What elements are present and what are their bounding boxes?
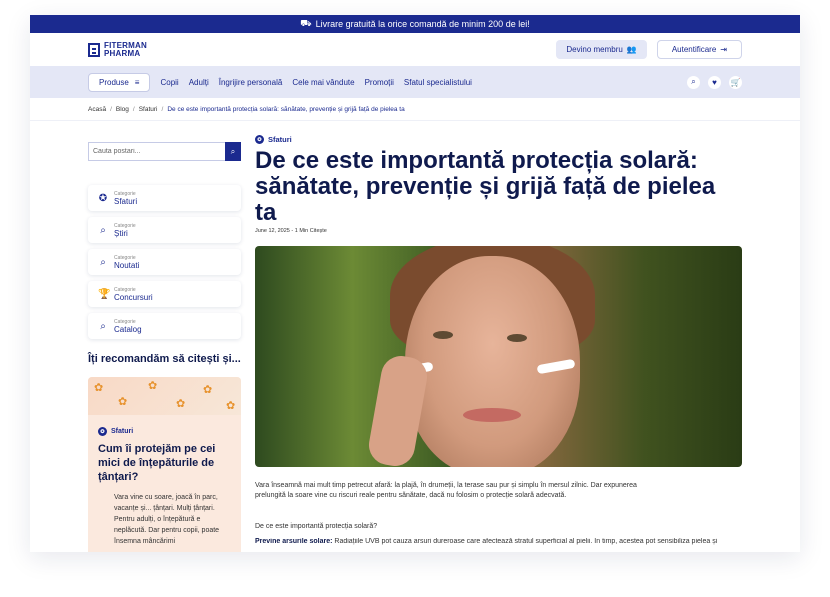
search-button[interactable]: ⌕ — [225, 142, 241, 161]
breadcrumb-sfaturi[interactable]: Sfaturi — [139, 106, 158, 113]
recommended-title[interactable]: Cum îi protejăm pe cei mici de înțepătur… — [98, 442, 231, 484]
menu-icon: ≡ — [134, 77, 140, 87]
category-list: ✪ Categorie Sfaturi ⌕ Categorie Știri ⌕ … — [88, 185, 241, 339]
nav-item-cele-mai-vandute[interactable]: Cele mai vândute — [292, 78, 354, 87]
category-sfaturi[interactable]: ✪ Categorie Sfaturi — [88, 185, 241, 211]
recommended-tag: Sfaturi — [111, 428, 134, 435]
page: ⛟ Livrare gratuită la orice comandă de m… — [30, 15, 800, 552]
badge-icon: ✪ — [98, 427, 107, 436]
leaf-icon: ✿ — [203, 384, 213, 396]
leaf-icon: ✿ — [94, 382, 104, 394]
search-icon: ⌕ — [100, 224, 106, 236]
search-box: ⌕ — [88, 142, 241, 161]
article: ✪ Sfaturi De ce este importantă protecți… — [255, 135, 742, 545]
heart-icon[interactable]: ♥ — [708, 75, 721, 89]
login-icon: ⇥ — [720, 45, 727, 54]
logo-icon — [88, 42, 100, 57]
category-catalog[interactable]: ⌕ Categorie Catalog — [88, 313, 241, 339]
users-icon: 👥 — [626, 45, 637, 54]
article-hero-image — [255, 246, 742, 467]
badge-icon: ✪ — [255, 135, 264, 144]
nav-item-promotii[interactable]: Promoții — [365, 78, 394, 87]
member-button[interactable]: Devino membru 👥 — [556, 40, 647, 59]
trophy-icon: 🏆 — [98, 288, 111, 300]
category-stiri[interactable]: ⌕ Categorie Știri — [88, 217, 241, 243]
recommended-text-1: Vara vine cu soare, joacă în parc, vacan… — [114, 494, 218, 512]
article-title: De ce este importantă protecția solară: … — [255, 147, 716, 226]
breadcrumb-blog[interactable]: Blog — [116, 106, 129, 113]
header: FITERMAN PHARMA Devino membru 👥 Autentif… — [30, 33, 800, 66]
leaf-icon: ✿ — [176, 398, 186, 410]
article-point: Previne arsurile solare: Radiațiile UVB … — [255, 538, 718, 545]
announcement-text: Livrare gratuită la orice comandă de min… — [315, 19, 530, 29]
category-noutati[interactable]: ⌕ Categorie Noutati — [88, 249, 241, 275]
breadcrumb: Acasă / Blog / Sfaturi / De ce este impo… — [30, 98, 800, 121]
main-nav: Produse ≡ Copii Adulți Îngrijire persona… — [30, 66, 800, 98]
breadcrumb-home[interactable]: Acasă — [88, 106, 106, 113]
search-icon: ⌕ — [100, 320, 106, 332]
products-button[interactable]: Produse ≡ — [88, 72, 151, 92]
logo-line2: PHARMA — [104, 48, 141, 58]
nav-item-adulti[interactable]: Adulți — [189, 78, 209, 87]
cart-icon[interactable]: 🛒 — [729, 75, 742, 89]
sidebar: ⌕ ✪ Categorie Sfaturi ⌕ Categorie Știri … — [88, 142, 241, 552]
recommend-heading: Îți recomandăm să citești și... — [88, 353, 241, 365]
announcement-bar: ⛟ Livrare gratuită la orice comandă de m… — [30, 15, 800, 33]
truck-icon: ⛟ — [300, 18, 312, 28]
login-button[interactable]: Autentificare ⇥ — [656, 40, 742, 59]
search-input[interactable] — [88, 142, 225, 161]
breadcrumb-current: De ce este importantă protecția solară: … — [167, 105, 405, 113]
leaf-icon: ✿ — [226, 400, 236, 412]
logo[interactable]: FITERMAN PHARMA — [88, 41, 147, 58]
leaf-icon: ✿ — [148, 380, 158, 392]
article-intro: Vara înseamnă mai mult timp petrecut afa… — [255, 482, 637, 499]
search-icon[interactable]: ⌕ — [687, 75, 700, 89]
article-question: De ce este importantă protecția solară? — [255, 523, 378, 530]
recommended-post-card[interactable]: ✿ ✿ ✿ ✿ ✿ ✿ ✪ Sfaturi Cum îi protejăm pe… — [88, 377, 241, 552]
recommended-post-image: ✿ ✿ ✿ ✿ ✿ ✿ — [88, 377, 241, 415]
nav-item-ingrijire[interactable]: Îngrijire personală — [219, 78, 283, 87]
nav-item-sfatul[interactable]: Sfatul specialistului — [404, 78, 472, 87]
search-icon: ⌕ — [100, 256, 106, 268]
badge-icon: ✪ — [98, 192, 108, 204]
leaf-icon: ✿ — [118, 396, 128, 408]
recommended-text-2: Pentru adulți, o înțepătură e neplăcută.… — [114, 516, 220, 545]
article-tag[interactable]: ✪ Sfaturi — [255, 135, 742, 144]
article-date: June 12, 2025 - 1 Min Citește — [255, 228, 327, 234]
nav-item-copii[interactable]: Copii — [160, 78, 178, 87]
category-concursuri[interactable]: 🏆 Categorie Concursuri — [88, 281, 241, 307]
